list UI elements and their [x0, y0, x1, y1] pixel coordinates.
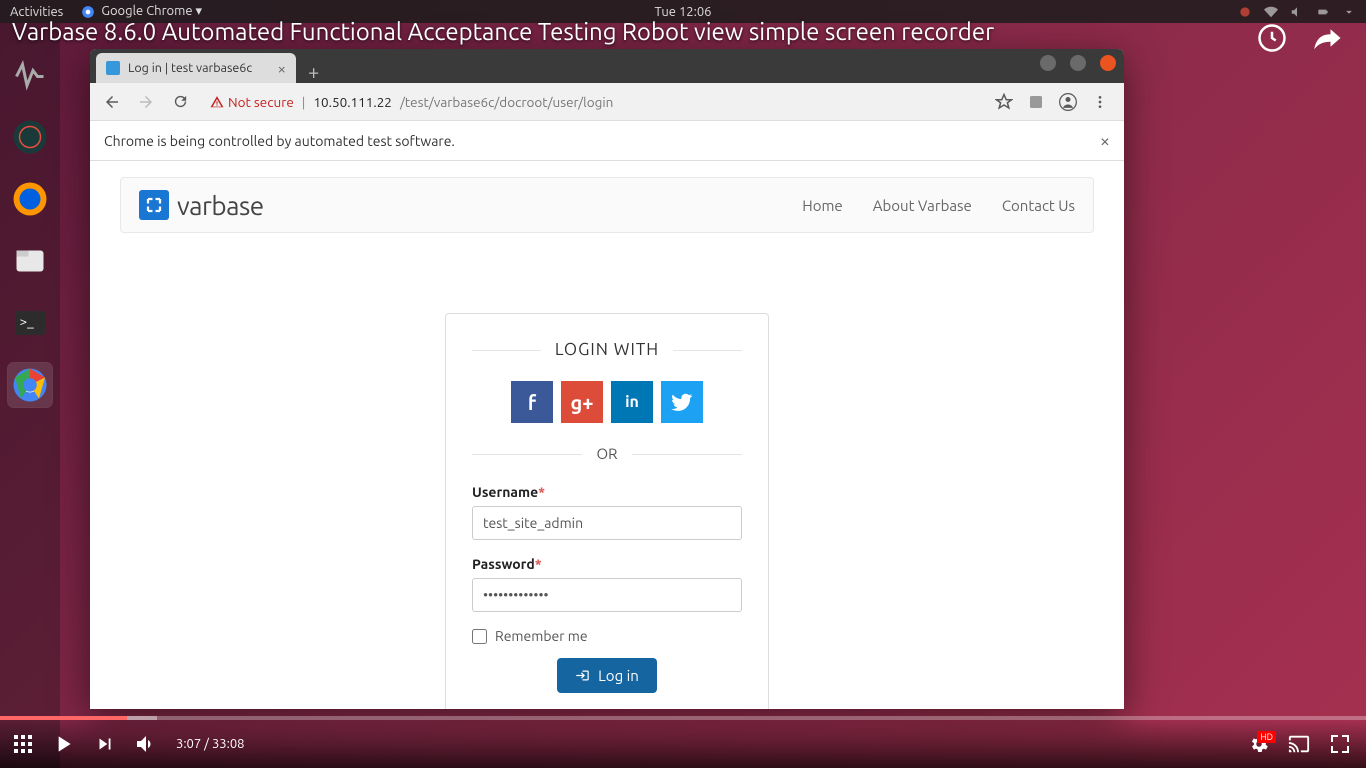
tab-close-button[interactable]: × [278, 60, 286, 77]
power-indicator-icon [1238, 5, 1252, 19]
site-header: varbase Home About Varbase Contact Us [120, 177, 1094, 233]
tab-strip: Log in | test varbase6c × + [90, 49, 1124, 83]
login-icon [575, 668, 590, 683]
clock[interactable]: Tue 12:06 [655, 5, 712, 19]
remember-me-label: Remember me [495, 628, 588, 644]
hd-badge: HD [1257, 731, 1276, 743]
cast-button[interactable] [1288, 733, 1310, 755]
dock-chrome[interactable] [8, 363, 52, 407]
chevron-down-icon [1342, 5, 1356, 19]
infobar-close-button[interactable]: × [1100, 131, 1110, 151]
video-player-controls: 3:07 / 33:08 HD [0, 720, 1366, 768]
login-button[interactable]: Log in [557, 658, 657, 693]
favicon-icon [106, 61, 120, 75]
login-button-label: Log in [598, 667, 639, 684]
main-nav: Home About Varbase Contact Us [802, 197, 1075, 214]
ubuntu-dock: >_ [0, 23, 60, 768]
battery-icon [1316, 5, 1330, 19]
window-minimize-button[interactable] [1040, 55, 1056, 71]
video-title: Varbase 8.6.0 Automated Functional Accep… [12, 18, 994, 45]
site-logo[interactable]: varbase [139, 190, 264, 220]
back-button[interactable] [98, 88, 126, 116]
settings-button[interactable]: HD [1248, 733, 1270, 755]
automation-message: Chrome is being controlled by automated … [104, 133, 455, 149]
dock-system-monitor[interactable] [8, 53, 52, 97]
system-tray[interactable] [1238, 5, 1356, 19]
fullscreen-button[interactable] [1328, 732, 1352, 756]
automation-infobar: Chrome is being controlled by automated … [90, 121, 1124, 161]
security-label: Not secure [228, 94, 294, 110]
network-icon [1264, 5, 1278, 19]
menu-button[interactable] [1090, 92, 1110, 112]
forward-button[interactable] [132, 88, 160, 116]
url-host: 10.50.111.22 [313, 94, 392, 110]
play-button[interactable] [50, 731, 76, 757]
dock-firefox[interactable] [8, 177, 52, 221]
apps-button[interactable] [14, 735, 32, 753]
page-content: varbase Home About Varbase Contact Us LO… [90, 161, 1124, 709]
login-with-heading: LOGIN WITH [472, 340, 742, 359]
chrome-window: Log in | test varbase6c × + Not secure |… [90, 49, 1124, 709]
twitter-login-button[interactable] [661, 381, 703, 423]
video-time: 3:07 / 33:08 [176, 737, 244, 751]
or-separator: OR [472, 445, 742, 462]
browser-tab[interactable]: Log in | test varbase6c × [96, 53, 296, 83]
app-menu[interactable]: Google Chrome ▾ [81, 4, 202, 19]
dock-terminal[interactable]: >_ [8, 301, 52, 345]
activities-button[interactable]: Activities [10, 5, 63, 19]
password-label: Password* [472, 556, 742, 572]
nav-about[interactable]: About Varbase [873, 197, 972, 214]
warning-icon [210, 95, 224, 109]
watch-later-button[interactable] [1254, 20, 1290, 56]
volume-button[interactable] [134, 732, 158, 756]
volume-icon [1290, 5, 1304, 19]
share-button[interactable] [1310, 20, 1346, 56]
username-label: Username* [472, 484, 742, 500]
password-input[interactable] [472, 578, 742, 612]
bookmark-button[interactable] [994, 92, 1014, 112]
extension-icon[interactable] [1026, 92, 1046, 112]
username-input[interactable] [472, 506, 742, 540]
dock-app-1[interactable] [8, 115, 52, 159]
url-path: /test/varbase6c/docroot/user/login [400, 94, 613, 110]
next-button[interactable] [94, 733, 116, 755]
logo-text: varbase [177, 191, 264, 220]
app-menu-label: Google Chrome ▾ [101, 4, 202, 19]
remember-me-checkbox[interactable] [472, 629, 487, 644]
new-tab-button[interactable]: + [296, 60, 331, 83]
logo-icon [139, 190, 169, 220]
linkedin-login-button[interactable]: in [611, 381, 653, 423]
svg-text:>_: >_ [20, 313, 35, 329]
address-bar[interactable]: Not secure | 10.50.111.22/test/varbase6c… [200, 88, 982, 116]
login-form: LOGIN WITH f g+ in OR Username* Password… [445, 313, 769, 709]
remember-me-row[interactable]: Remember me [472, 628, 742, 644]
security-indicator[interactable]: Not secure [210, 94, 294, 110]
window-maximize-button[interactable] [1070, 55, 1086, 71]
nav-contact[interactable]: Contact Us [1002, 197, 1075, 214]
facebook-login-button[interactable]: f [511, 381, 553, 423]
browser-toolbar: Not secure | 10.50.111.22/test/varbase6c… [90, 83, 1124, 121]
nav-home[interactable]: Home [802, 197, 842, 214]
window-close-button[interactable] [1100, 55, 1116, 71]
profile-button[interactable] [1058, 92, 1078, 112]
reload-button[interactable] [166, 88, 194, 116]
google-login-button[interactable]: g+ [561, 381, 603, 423]
dock-files[interactable] [8, 239, 52, 283]
tab-title: Log in | test varbase6c [128, 61, 252, 75]
